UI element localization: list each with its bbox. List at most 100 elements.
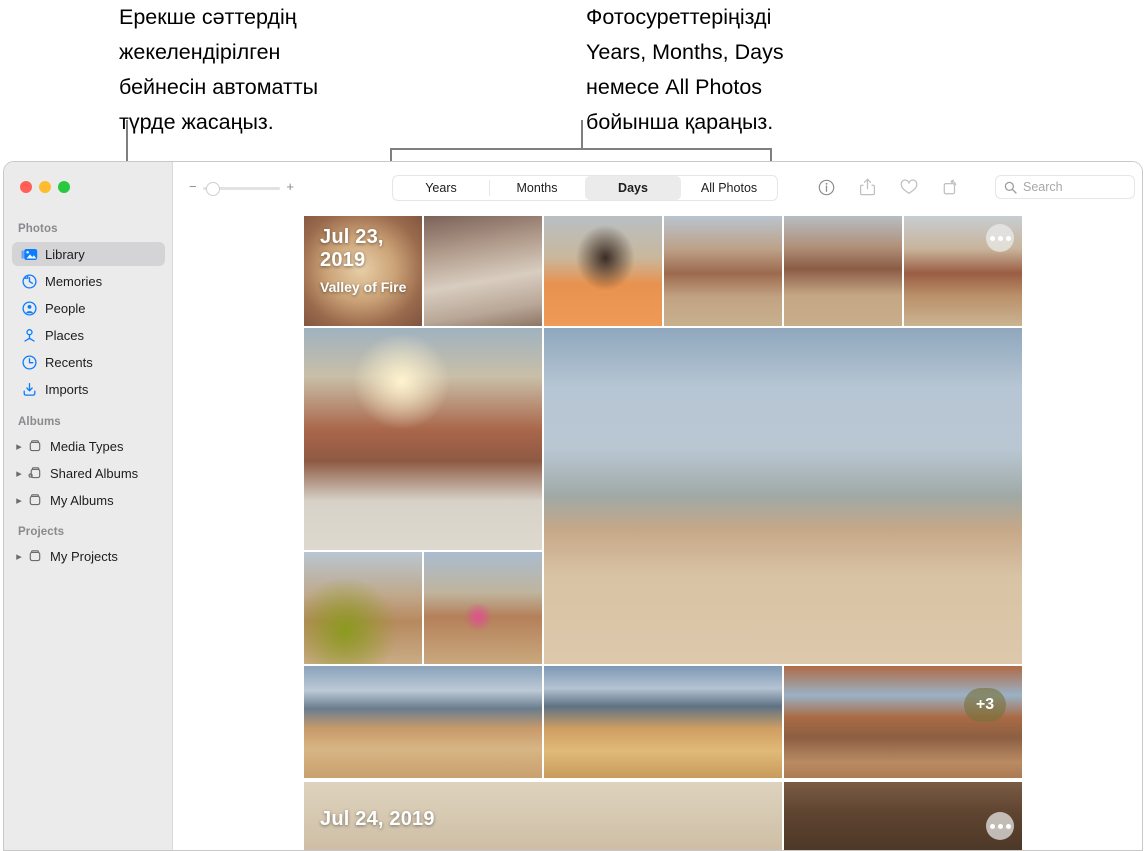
overflow-count-badge[interactable]: +3 [964, 688, 1006, 722]
photo-tile[interactable] [544, 216, 662, 326]
zoom-slider[interactable]: − + [189, 180, 294, 196]
photo-tile[interactable] [304, 328, 542, 550]
more-options-icon[interactable] [986, 812, 1014, 840]
chevron-right-icon[interactable]: ▸ [12, 550, 26, 563]
more-options-icon[interactable] [986, 224, 1014, 252]
sidebar-item-label: Places [45, 327, 85, 343]
sidebar-item-label: Recents [45, 354, 93, 370]
annotation-right-bracket-top [390, 148, 772, 150]
annotation-right-bracket-right-tick [770, 148, 772, 162]
photo-image [544, 328, 1022, 664]
date-overlay: Jul 24, 2019 [320, 808, 435, 831]
chevron-right-icon[interactable]: ▸ [12, 440, 26, 453]
info-icon[interactable] [815, 176, 837, 198]
photo-image [304, 552, 422, 664]
zoom-button[interactable] [58, 181, 70, 193]
photo-tile[interactable] [544, 666, 782, 778]
imports-icon [20, 381, 38, 397]
date-overlay: Jul 23, 2019 Valley of Fire [320, 226, 422, 295]
photo-tile[interactable] [424, 216, 542, 326]
recents-icon [20, 354, 38, 370]
zoom-in-label[interactable]: + [286, 180, 294, 194]
annotation-right-leader-stem [581, 120, 583, 150]
search-icon [1004, 181, 1017, 194]
sidebar-item-media-types[interactable]: ▸ Media Types [12, 434, 165, 458]
sidebar-item-library[interactable]: Library [12, 242, 165, 266]
chevron-right-icon[interactable]: ▸ [12, 494, 26, 507]
photo-tile[interactable] [784, 782, 1022, 850]
photo-image [544, 216, 662, 326]
memories-icon [20, 273, 38, 289]
annotation-right-bracket-left-tick [390, 148, 392, 162]
photo-tile[interactable] [304, 666, 542, 778]
photo-tile[interactable]: Jul 24, 2019 [304, 782, 782, 850]
sidebar-item-my-albums[interactable]: ▸ My Albums [12, 488, 165, 512]
annotation-left-text: Ерекше сәттердің жекелендірілген бейнесі… [119, 5, 319, 134]
photo-tile[interactable] [784, 216, 902, 326]
sidebar-item-label: Imports [45, 381, 89, 397]
photo-tile[interactable] [904, 216, 1022, 326]
places-icon [20, 327, 38, 343]
zoom-out-label[interactable]: − [189, 180, 197, 194]
album-icon [26, 438, 44, 454]
sidebar-item-label: My Albums [50, 492, 114, 508]
sidebar-item-recents[interactable]: Recents [12, 350, 165, 374]
photo-image [784, 666, 1022, 778]
library-icon [20, 246, 38, 262]
tab-years[interactable]: Years [393, 176, 489, 200]
photo-tile[interactable] [544, 328, 1022, 664]
annotation-right-text: Фотосуреттеріңізді Years, Months, Days н… [586, 5, 784, 134]
photo-image [424, 216, 542, 326]
group-date-label: Jul 24, 2019 [320, 808, 435, 830]
chevron-right-icon[interactable]: ▸ [12, 467, 26, 480]
sidebar-item-my-projects[interactable]: ▸ My Projects [12, 544, 165, 568]
photo-image [784, 782, 1022, 850]
sidebar-item-label: Shared Albums [50, 465, 139, 481]
zoom-slider-knob[interactable] [206, 182, 220, 196]
sidebar-item-memories[interactable]: Memories [12, 269, 165, 293]
toolbar: − + Years Months Days All Photos Search [173, 162, 1142, 212]
sidebar-item-label: Media Types [50, 438, 124, 454]
photo-image [424, 552, 542, 664]
content-area: − + Years Months Days All Photos Search … [173, 162, 1142, 850]
sidebar: Photos Library Memories People Places Re… [4, 162, 173, 850]
search-placeholder: Search [1023, 180, 1063, 194]
photo-tile[interactable]: Jul 23, 2019 Valley of Fire [304, 216, 422, 326]
tab-months[interactable]: Months [489, 176, 585, 200]
tab-all-photos[interactable]: All Photos [681, 176, 777, 200]
group-location-label: Valley of Fire [320, 279, 407, 295]
sidebar-item-places[interactable]: Places [12, 323, 165, 347]
sidebar-item-people[interactable]: People [12, 296, 165, 320]
group-date-label: Jul 23, 2019 [320, 226, 384, 271]
share-icon[interactable] [856, 176, 878, 198]
photo-grid: Jul 23, 2019 Valley of Fire +3 Jul 24, 2… [173, 212, 1142, 850]
close-button[interactable] [20, 181, 32, 193]
favorite-heart-icon[interactable] [898, 176, 920, 198]
shared-album-icon [26, 465, 44, 481]
photo-image [304, 666, 542, 778]
photo-image [664, 216, 782, 326]
photo-tile[interactable] [424, 552, 542, 664]
album-icon [26, 548, 44, 564]
minimize-button[interactable] [39, 181, 51, 193]
sidebar-item-shared-albums[interactable]: ▸ Shared Albums [12, 461, 165, 485]
people-icon [20, 300, 38, 316]
photo-tile[interactable]: +3 [784, 666, 1022, 778]
tab-days[interactable]: Days [585, 176, 681, 200]
sidebar-section-projects-header: Projects [18, 526, 65, 538]
album-icon [26, 492, 44, 508]
view-mode-segmented-control[interactable]: Years Months Days All Photos [392, 175, 778, 201]
sidebar-item-label: People [45, 300, 86, 316]
sidebar-section-albums-header: Albums [18, 416, 61, 428]
sidebar-item-label: Library [45, 246, 85, 262]
photo-tile[interactable] [304, 552, 422, 664]
photo-tile[interactable] [664, 216, 782, 326]
sidebar-section-photos-header: Photos [18, 223, 58, 235]
photos-app-window: Photos Library Memories People Places Re… [3, 161, 1143, 851]
photo-image [304, 328, 542, 550]
rotate-icon[interactable] [940, 176, 962, 198]
photo-image [784, 216, 902, 326]
search-input[interactable]: Search [995, 175, 1135, 199]
screenshot-root: Ерекше сәттердің жекелендірілген бейнесі… [0, 0, 1146, 851]
sidebar-item-imports[interactable]: Imports [12, 377, 165, 401]
